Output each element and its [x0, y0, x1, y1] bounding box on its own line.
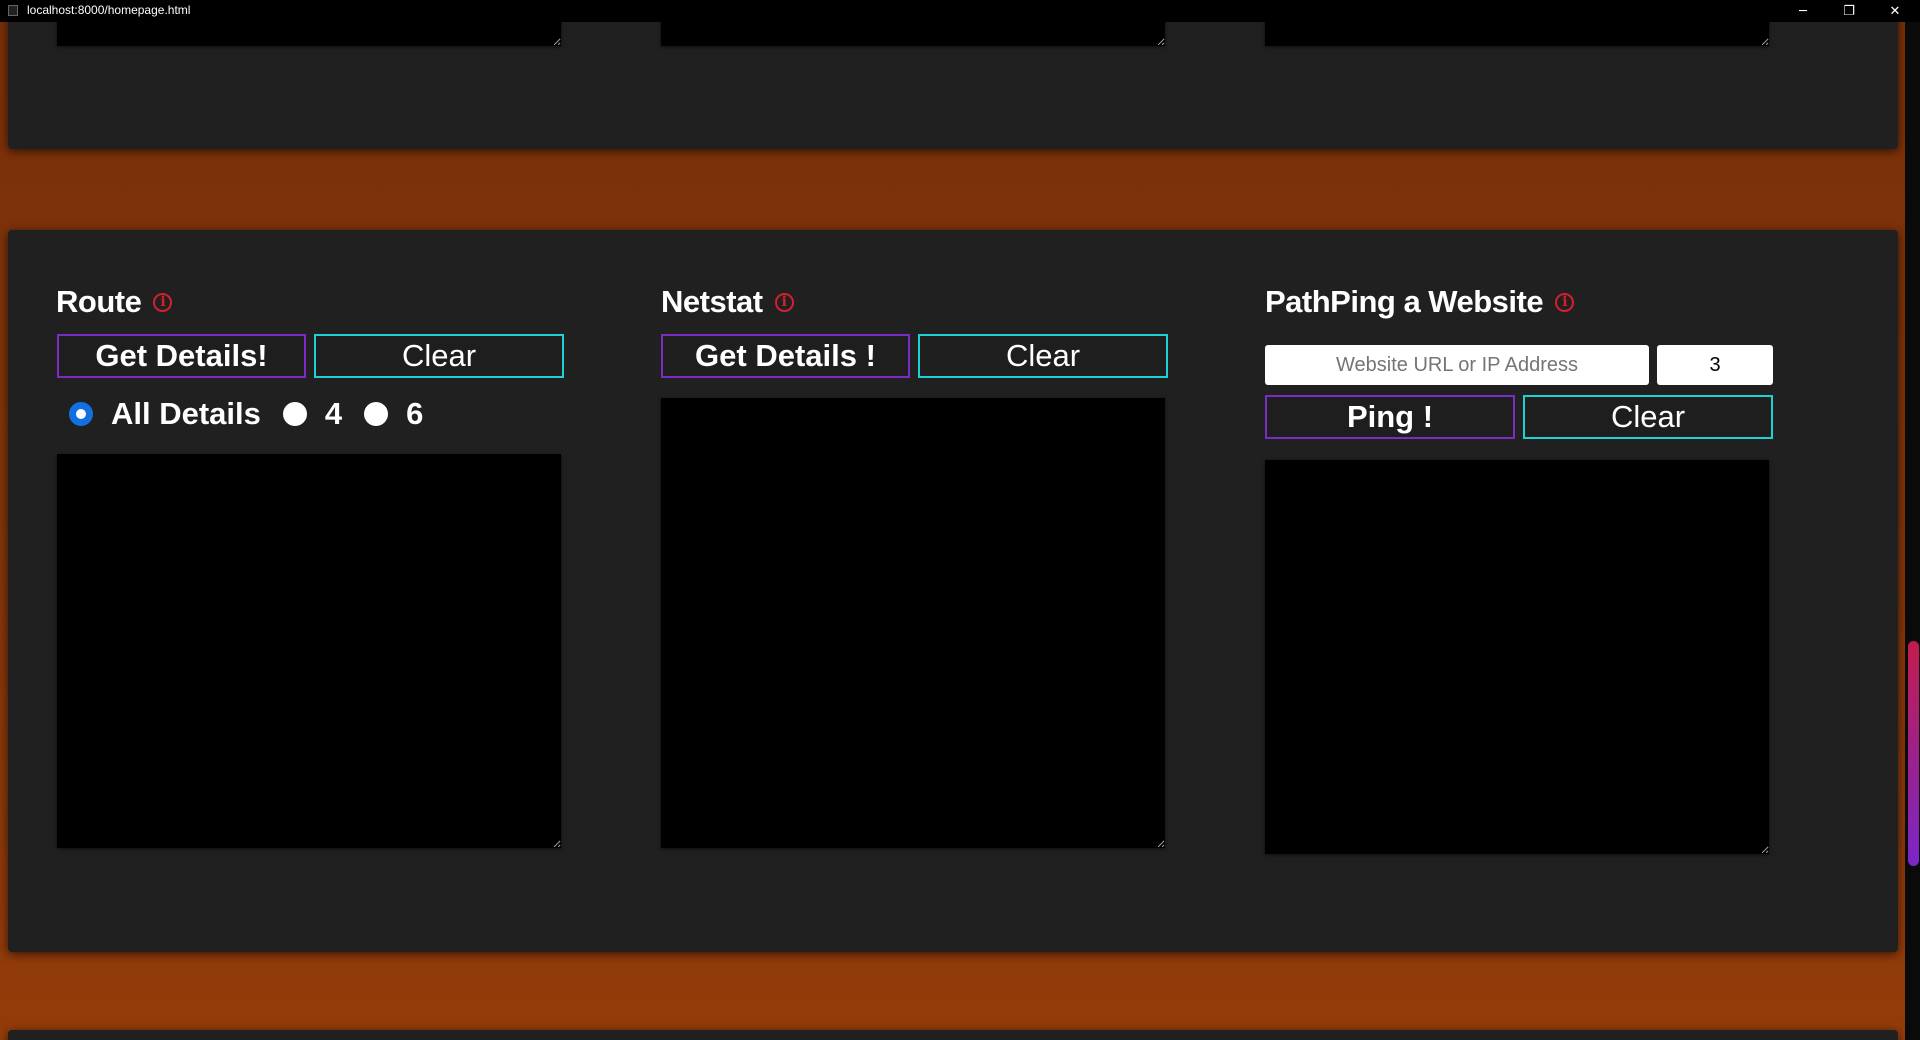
window-titlebar: localhost:8000/homepage.html ─ ❐ ✕	[0, 0, 1920, 22]
pathping-title-text: PathPing a Website	[1265, 284, 1544, 319]
output-textarea-middle[interactable]	[661, 22, 1165, 46]
output-textarea-right[interactable]	[1265, 22, 1769, 46]
pathping-url-input[interactable]	[1265, 345, 1649, 385]
route-info-icon[interactable]: i	[153, 292, 173, 312]
netstat-title: Netstat i	[661, 284, 794, 320]
pathping-count-input[interactable]	[1657, 345, 1773, 385]
radio-label-all-details: All Details	[111, 396, 261, 431]
window-title: localhost:8000/homepage.html	[27, 3, 191, 17]
tools-card-next	[8, 1030, 1898, 1040]
close-button[interactable]: ✕	[1872, 0, 1918, 22]
netstat-get-details-button[interactable]: Get Details !	[661, 334, 910, 378]
page-scrollbar[interactable]	[1905, 22, 1920, 1040]
radio-label-ipv4: 4	[324, 396, 343, 431]
output-textarea-left[interactable]	[57, 22, 561, 46]
route-output-textarea[interactable]	[57, 454, 561, 848]
radio-all-details[interactable]	[69, 402, 93, 426]
pathping-title: PathPing a Website i	[1265, 284, 1575, 320]
route-ip-version-radio-group: All Details 4 6	[69, 396, 445, 432]
radio-label-ipv6: 6	[406, 396, 424, 431]
netstat-title-text: Netstat	[661, 284, 763, 319]
pathping-clear-button[interactable]: Clear	[1523, 395, 1773, 439]
pathping-output-textarea[interactable]	[1265, 460, 1769, 854]
route-get-details-button[interactable]: Get Details!	[57, 334, 306, 378]
pathping-ping-button[interactable]: Ping !	[1265, 395, 1515, 439]
page-favicon-icon	[8, 5, 18, 16]
netstat-clear-button[interactable]: Clear	[918, 334, 1168, 378]
radio-ipv4[interactable]	[282, 402, 307, 426]
pathping-info-icon[interactable]: i	[1555, 292, 1575, 312]
netstat-output-textarea[interactable]	[661, 398, 1165, 848]
tools-card-previous	[8, 22, 1898, 149]
radio-ipv6[interactable]	[364, 402, 389, 426]
route-title: Route i	[56, 284, 173, 320]
minimize-button[interactable]: ─	[1780, 0, 1826, 22]
netstat-info-icon[interactable]: i	[774, 292, 794, 312]
scrollbar-thumb[interactable]	[1908, 641, 1919, 866]
page-viewport: Route i Get Details! Clear All Details 4…	[0, 22, 1905, 1040]
route-title-text: Route	[56, 284, 142, 319]
restore-button[interactable]: ❐	[1826, 0, 1872, 22]
route-clear-button[interactable]: Clear	[314, 334, 564, 378]
